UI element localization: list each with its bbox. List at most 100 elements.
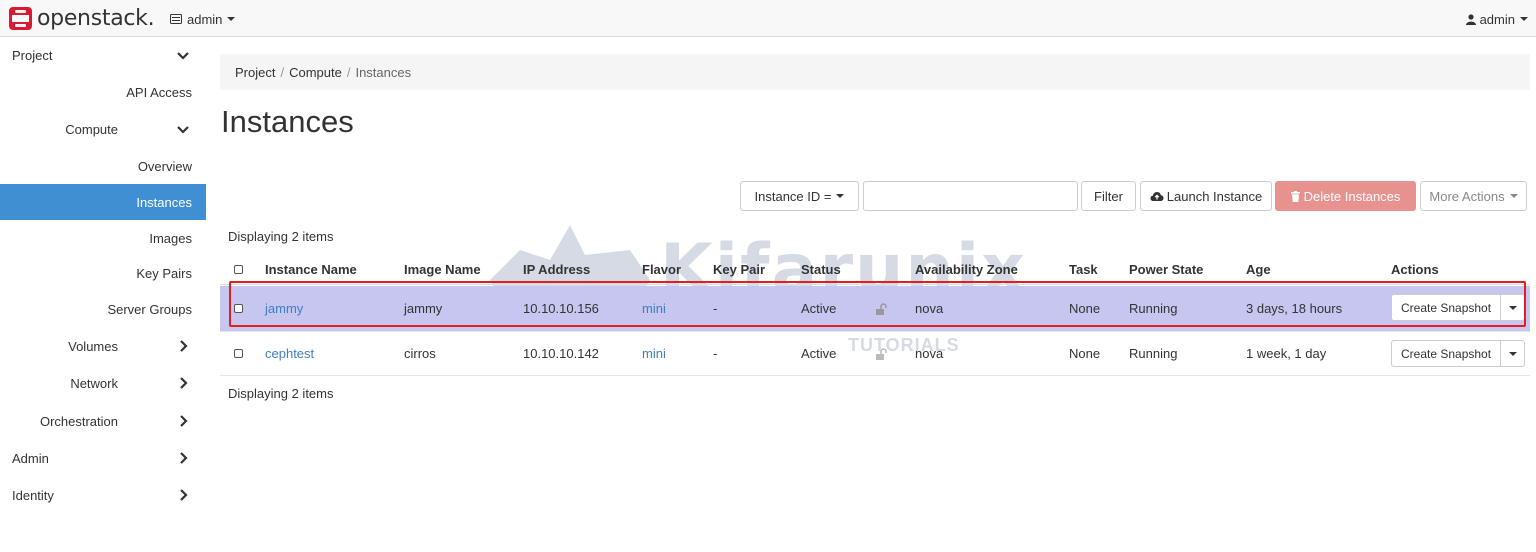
display-count-top: Displaying 2 items bbox=[228, 229, 334, 244]
caret-down-icon bbox=[1508, 305, 1517, 310]
create-snapshot-button[interactable]: Create Snapshot bbox=[1391, 294, 1502, 321]
top-navbar: openstack. admin admin bbox=[0, 0, 1536, 37]
row-checkbox-cell bbox=[234, 286, 243, 331]
openstack-logo[interactable]: openstack. bbox=[8, 5, 155, 31]
sidebar-item-api-access[interactable]: API Access bbox=[0, 74, 206, 110]
breadcrumb-compute[interactable]: Compute bbox=[289, 65, 342, 80]
delete-instances-button[interactable]: Delete Instances bbox=[1275, 181, 1416, 211]
row-checkbox[interactable] bbox=[234, 349, 243, 358]
column-header[interactable]: IP Address bbox=[523, 255, 590, 284]
launch-instance-label: Launch Instance bbox=[1166, 188, 1263, 204]
ip-address: 10.10.10.142 bbox=[523, 346, 599, 361]
row-checkbox[interactable] bbox=[234, 304, 243, 313]
trash-icon bbox=[1290, 190, 1300, 202]
sidebar-item-instances[interactable]: Instances bbox=[0, 184, 206, 220]
select-all-checkbox-cell bbox=[234, 255, 243, 284]
user-menu[interactable]: admin bbox=[1465, 10, 1528, 28]
row-checkbox-cell bbox=[234, 332, 243, 375]
chevron-right-icon bbox=[180, 489, 188, 501]
power-state: Running bbox=[1129, 346, 1178, 361]
sidebar-item-admin[interactable]: Admin bbox=[0, 440, 206, 476]
sidebar-item-label: Identity bbox=[12, 487, 54, 503]
user-menu-label: admin bbox=[1479, 11, 1515, 27]
sidebar-item-server-groups[interactable]: Server Groups bbox=[0, 291, 206, 327]
column-header[interactable]: Image Name bbox=[404, 255, 481, 284]
filter-input[interactable] bbox=[863, 181, 1078, 211]
age: 1 week, 1 day bbox=[1246, 346, 1327, 361]
sidebar-item-identity[interactable]: Identity bbox=[0, 477, 206, 513]
instance-name-link[interactable]: jammy bbox=[265, 286, 303, 331]
sidebar: Project API Access Compute Overview Inst… bbox=[0, 37, 206, 552]
sidebar-item-project[interactable]: Project bbox=[0, 37, 206, 73]
breadcrumb-project[interactable]: Project bbox=[235, 65, 275, 80]
chevron-right-icon bbox=[180, 415, 188, 427]
flavor-link[interactable]: mini bbox=[642, 332, 666, 375]
column-header[interactable]: Instance Name bbox=[265, 255, 357, 284]
age: 3 days, 18 hours bbox=[1246, 301, 1343, 316]
table-row[interactable]: jammy jammy 10.10.10.156 mini - Active n… bbox=[220, 286, 1530, 331]
sidebar-item-label: Volumes bbox=[68, 338, 118, 354]
column-header[interactable]: Availability Zone bbox=[915, 255, 1018, 284]
key-pair: - bbox=[713, 346, 718, 361]
launch-instance-button[interactable]: Launch Instance bbox=[1140, 181, 1272, 211]
sidebar-item-label: Server Groups bbox=[107, 301, 192, 317]
chevron-right-icon bbox=[180, 452, 188, 464]
display-count-bottom: Displaying 2 items bbox=[228, 386, 334, 401]
sidebar-item-overview[interactable]: Overview bbox=[0, 148, 206, 184]
image-name: cirros bbox=[404, 346, 436, 361]
sidebar-item-label: Instances bbox=[136, 194, 192, 210]
row-actions-dropdown[interactable] bbox=[1501, 294, 1526, 321]
caret-down-icon bbox=[1509, 194, 1518, 198]
availability-zone: nova bbox=[915, 346, 944, 361]
lock-cell bbox=[875, 286, 887, 331]
status: Active bbox=[801, 301, 837, 316]
column-header[interactable]: Key Pair bbox=[713, 255, 765, 284]
sidebar-item-label: Key Pairs bbox=[136, 265, 192, 281]
user-icon bbox=[1465, 13, 1476, 25]
sidebar-item-label: Orchestration bbox=[39, 413, 118, 429]
sidebar-item-volumes[interactable]: Volumes bbox=[0, 328, 206, 364]
breadcrumb-separator: / bbox=[346, 64, 351, 80]
breadcrumb-separator: / bbox=[280, 64, 285, 80]
more-actions-label: More Actions bbox=[1429, 188, 1505, 204]
filter-button[interactable]: Filter bbox=[1081, 181, 1136, 211]
column-header[interactable]: Power State bbox=[1129, 255, 1203, 284]
row-action-group: Create Snapshot bbox=[1391, 294, 1526, 321]
unlock-icon bbox=[876, 302, 887, 315]
table-header: Instance Name Image Name IP Address Flav… bbox=[220, 255, 1530, 285]
unlock-icon bbox=[876, 347, 887, 360]
sidebar-item-network[interactable]: Network bbox=[0, 365, 206, 401]
column-header[interactable]: Age bbox=[1246, 255, 1271, 284]
cloud-upload-icon bbox=[1150, 191, 1164, 201]
caret-down-icon bbox=[227, 17, 236, 21]
column-header[interactable]: Task bbox=[1069, 255, 1098, 284]
instance-name-link[interactable]: cephtest bbox=[265, 332, 314, 375]
sidebar-item-images[interactable]: Images bbox=[0, 220, 206, 256]
sidebar-item-key-pairs[interactable]: Key Pairs bbox=[0, 255, 206, 291]
column-header[interactable]: Status bbox=[801, 255, 841, 284]
status: Active bbox=[801, 346, 837, 361]
create-snapshot-button[interactable]: Create Snapshot bbox=[1391, 340, 1502, 367]
caret-down-icon bbox=[1508, 351, 1517, 356]
availability-zone: nova bbox=[915, 301, 944, 316]
sidebar-item-label: Overview bbox=[137, 158, 192, 174]
sidebar-item-label: API Access bbox=[126, 84, 192, 100]
sidebar-item-compute[interactable]: Compute bbox=[0, 111, 206, 147]
filter-field-select[interactable]: Instance ID = bbox=[740, 181, 859, 211]
project-switcher-label: admin bbox=[187, 11, 223, 27]
task: None bbox=[1069, 301, 1101, 316]
sidebar-item-label: Compute bbox=[65, 121, 118, 137]
column-header[interactable]: Flavor bbox=[642, 255, 681, 284]
more-actions-button[interactable]: More Actions bbox=[1420, 181, 1527, 211]
sidebar-item-orchestration[interactable]: Orchestration bbox=[0, 403, 206, 439]
row-actions-dropdown[interactable] bbox=[1501, 340, 1526, 367]
flavor-link[interactable]: mini bbox=[642, 286, 666, 331]
table-row[interactable]: cephtest cirros 10.10.10.142 mini - Acti… bbox=[220, 331, 1530, 376]
server-icon bbox=[170, 14, 182, 24]
select-all-checkbox[interactable] bbox=[234, 265, 243, 274]
chevron-down-icon bbox=[177, 126, 189, 134]
chevron-right-icon bbox=[180, 377, 188, 389]
project-switcher[interactable]: admin bbox=[170, 10, 236, 28]
row-action-group: Create Snapshot bbox=[1391, 340, 1526, 367]
delete-instances-label: Delete Instances bbox=[1303, 188, 1401, 204]
